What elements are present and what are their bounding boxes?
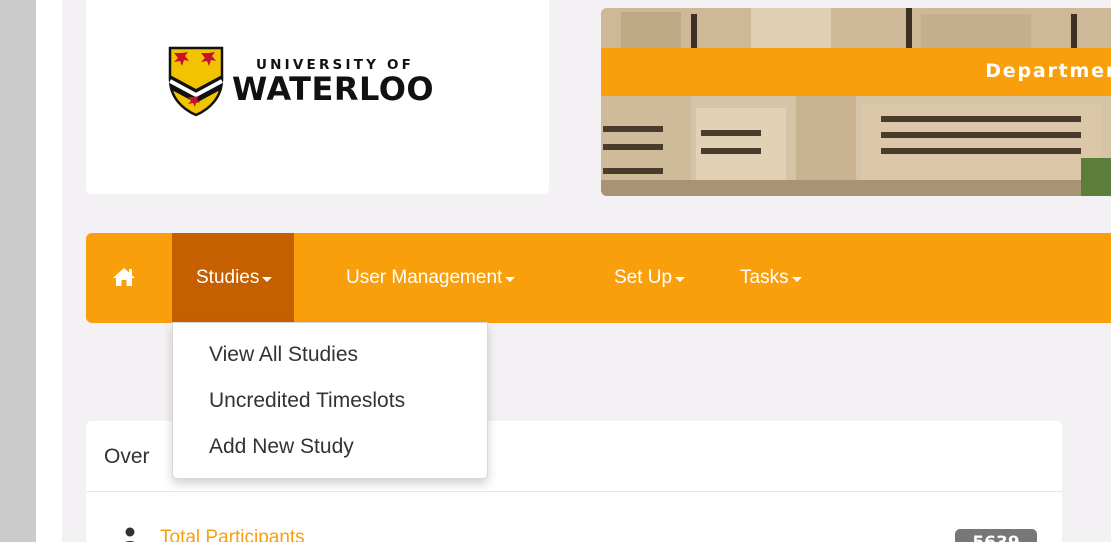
logo-line-2: WATERLOO xyxy=(232,70,435,108)
nav-user-management-label: User Management xyxy=(346,267,503,288)
page: UNIVERSITY OF WATERLOO Departmer Studies… xyxy=(0,0,1111,542)
chevron-down-icon xyxy=(262,277,273,282)
main-navbar: Studies User Management Set Up Tasks xyxy=(86,233,1111,323)
department-title: Departmer xyxy=(985,60,1111,82)
menu-item-add-new-study[interactable]: Add New Study xyxy=(209,435,354,459)
nav-studies-label: Studies xyxy=(196,267,260,288)
participants-count-badge: 5639 xyxy=(955,529,1037,542)
person-icon xyxy=(125,527,135,542)
chevron-down-icon xyxy=(675,277,686,282)
header-banner: Departmer xyxy=(601,8,1111,196)
overview-title: Over xyxy=(104,445,150,468)
chevron-down-icon xyxy=(505,277,516,282)
menu-item-uncredited-timeslots[interactable]: Uncredited Timeslots xyxy=(209,389,405,413)
nav-user-management[interactable]: User Management xyxy=(346,233,516,323)
nav-set-up-label: Set Up xyxy=(614,267,673,288)
home-icon[interactable] xyxy=(112,267,136,287)
left-white-gap xyxy=(36,0,62,542)
department-bar: Departmer xyxy=(601,48,1111,96)
nav-tasks-label: Tasks xyxy=(740,267,789,288)
total-participants-link[interactable]: Total Participants xyxy=(160,527,305,542)
nav-set-up[interactable]: Set Up xyxy=(614,233,686,323)
menu-item-view-all-studies[interactable]: View All Studies xyxy=(209,343,358,367)
list-item: Total Participants 5639 xyxy=(86,521,1062,542)
campus-building-image xyxy=(601,8,1111,196)
nav-studies[interactable]: Studies xyxy=(172,233,295,323)
university-logo[interactable]: UNIVERSITY OF WATERLOO xyxy=(166,45,434,117)
nav-tasks[interactable]: Tasks xyxy=(740,233,802,323)
chevron-down-icon xyxy=(791,277,802,282)
card-divider xyxy=(86,491,1062,492)
studies-dropdown-menu: View All Studies Uncredited Timeslots Ad… xyxy=(172,322,488,479)
crest-icon xyxy=(168,46,224,117)
logo-card: UNIVERSITY OF WATERLOO xyxy=(86,0,549,194)
left-gray-strip xyxy=(0,0,36,542)
